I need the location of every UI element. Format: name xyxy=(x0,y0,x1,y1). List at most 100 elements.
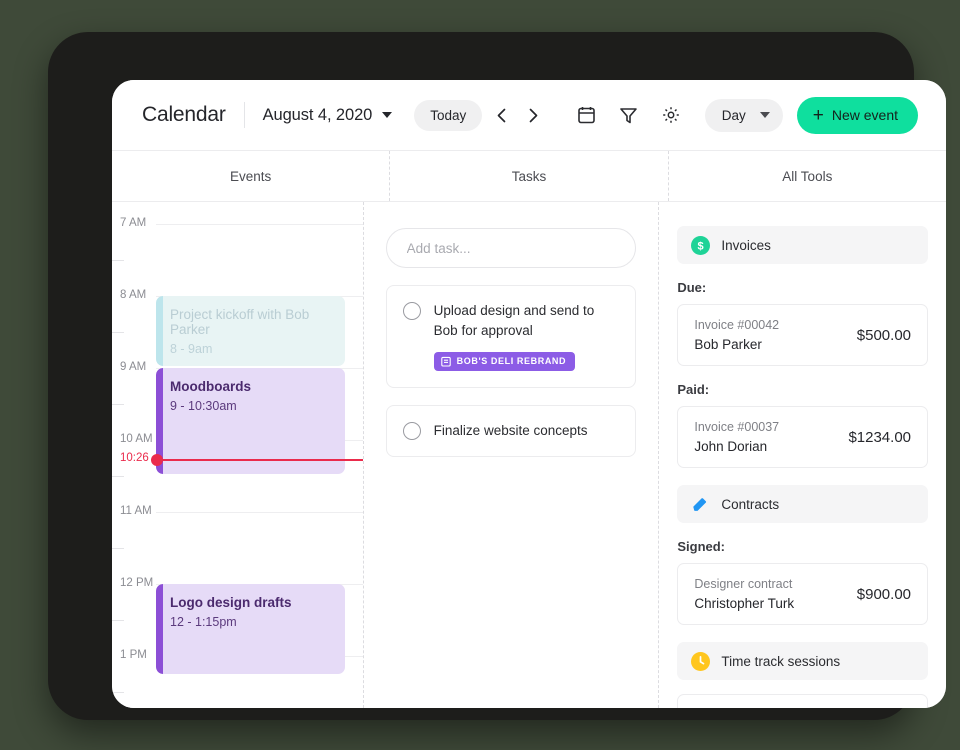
prev-day-button[interactable] xyxy=(488,100,514,130)
tool-section-contracts[interactable]: Contracts xyxy=(677,485,928,523)
invoice-amount: $1234.00 xyxy=(848,429,911,446)
half-hour-tick xyxy=(112,404,124,405)
calendar-icon[interactable] xyxy=(571,99,603,131)
tab-all-tools[interactable]: All Tools xyxy=(668,151,946,201)
app-window: Calendar August 4, 2020 Today xyxy=(112,80,946,708)
event-title: Logo design drafts xyxy=(170,595,331,610)
current-time-dot xyxy=(151,454,163,466)
invoice-client: John Dorian xyxy=(694,439,838,454)
contract-info: Designer contract Christopher Turk xyxy=(694,577,846,611)
invoice-number: Invoice #00042 xyxy=(694,318,846,332)
column-header-bar: Events Tasks All Tools xyxy=(112,150,946,202)
task-text: Finalize website concepts xyxy=(434,421,620,441)
task-project-badge-label: BOB'S DELI REBRAND xyxy=(457,356,566,366)
contract-type: Designer contract xyxy=(694,577,846,591)
date-picker[interactable]: August 4, 2020 xyxy=(263,106,393,125)
tool-section-title: Contracts xyxy=(721,497,779,512)
task-body: Finalize website concepts xyxy=(434,421,620,441)
contract-amount: $900.00 xyxy=(857,586,911,603)
view-select-label: Day xyxy=(722,108,746,123)
contract-client: Christopher Turk xyxy=(694,596,846,611)
chevron-down-icon xyxy=(760,112,770,118)
clock-icon xyxy=(691,652,710,671)
pen-icon xyxy=(691,495,710,514)
event-time: 8 - 9am xyxy=(170,342,331,356)
top-toolbar: Calendar August 4, 2020 Today xyxy=(112,80,946,150)
all-tools-pane: $ Invoices Due: Invoice #00042 Bob Parke… xyxy=(658,202,946,708)
next-day-button[interactable] xyxy=(520,100,546,130)
hour-row: 11 AM xyxy=(112,512,363,584)
half-hour-tick xyxy=(112,620,124,621)
calendar-grid: 7 AM 8 AM 9 AM 10 AM xyxy=(112,202,363,708)
hour-label: 7 AM xyxy=(120,217,162,229)
invoice-amount: $500.00 xyxy=(857,327,911,344)
group-label-paid: Paid: xyxy=(677,382,928,397)
time-track-name: Logo drafts v.1 xyxy=(694,706,911,709)
content-panes: 7 AM 8 AM 9 AM 10 AM xyxy=(112,202,946,708)
section-spacer xyxy=(677,625,928,642)
invoice-card[interactable]: Invoice #00042 Bob Parker $500.00 xyxy=(677,304,928,366)
task-card[interactable]: Upload design and send to Bob for approv… xyxy=(386,285,637,388)
group-label-due: Due: xyxy=(677,280,928,295)
tab-tasks[interactable]: Tasks xyxy=(389,151,667,201)
page-title: Calendar xyxy=(142,103,226,127)
hour-row: 7 AM xyxy=(112,224,363,296)
event-accent-bar xyxy=(156,296,163,366)
new-event-label: New event xyxy=(832,107,898,123)
tasks-pane: Upload design and send to Bob for approv… xyxy=(363,202,659,708)
section-spacer xyxy=(677,468,928,485)
task-project-badge[interactable]: BOB'S DELI REBRAND xyxy=(434,352,575,371)
contract-card[interactable]: Designer contract Christopher Turk $900.… xyxy=(677,563,928,625)
invoice-info: Invoice #00037 John Dorian xyxy=(694,420,838,454)
tool-section-invoices[interactable]: $ Invoices xyxy=(677,226,928,264)
event-time: 12 - 1:15pm xyxy=(170,615,331,629)
time-track-card[interactable]: Logo drafts v.1 xyxy=(677,694,928,708)
event-accent-bar xyxy=(156,584,163,674)
hour-gridline xyxy=(156,512,363,513)
filter-icon[interactable] xyxy=(613,99,645,131)
events-pane: 7 AM 8 AM 9 AM 10 AM xyxy=(112,202,363,708)
hour-gridline xyxy=(156,224,363,225)
half-hour-tick xyxy=(112,332,124,333)
invoice-info: Invoice #00042 Bob Parker xyxy=(694,318,846,352)
half-hour-tick xyxy=(112,260,124,261)
current-time-line xyxy=(156,459,363,461)
task-card[interactable]: Finalize website concepts xyxy=(386,405,637,457)
event-title: Project kickoff with Bob Parker xyxy=(170,307,331,337)
task-body: Upload design and send to Bob for approv… xyxy=(434,301,620,372)
calendar-event[interactable]: Project kickoff with Bob Parker 8 - 9am xyxy=(156,296,345,366)
invoice-card[interactable]: Invoice #00037 John Dorian $1234.00 xyxy=(677,406,928,468)
invoice-client: Bob Parker xyxy=(694,337,846,352)
event-time: 9 - 10:30am xyxy=(170,399,331,413)
half-hour-tick xyxy=(112,548,124,549)
group-label-signed: Signed: xyxy=(677,539,928,554)
dollar-circle-icon: $ xyxy=(691,236,710,255)
current-time-label: 10:26 xyxy=(120,452,149,464)
current-date-label: August 4, 2020 xyxy=(263,106,373,125)
half-hour-tick xyxy=(112,692,124,693)
tab-events[interactable]: Events xyxy=(112,151,389,201)
event-title: Moodboards xyxy=(170,379,331,394)
task-checkbox[interactable] xyxy=(403,302,421,320)
device-frame: Calendar August 4, 2020 Today xyxy=(48,32,914,720)
task-text: Upload design and send to Bob for approv… xyxy=(434,301,620,342)
add-task-input[interactable] xyxy=(386,228,637,268)
chevron-down-icon xyxy=(382,112,392,118)
gear-icon[interactable] xyxy=(655,99,687,131)
time-track-info: Logo drafts v.1 xyxy=(694,706,911,709)
task-checkbox[interactable] xyxy=(403,422,421,440)
half-hour-tick xyxy=(112,476,124,477)
section-spacer xyxy=(677,680,928,694)
title-divider xyxy=(244,102,245,128)
today-button[interactable]: Today xyxy=(414,100,482,131)
tool-section-title: Invoices xyxy=(721,238,771,253)
clipboard-icon xyxy=(441,356,451,367)
view-select[interactable]: Day xyxy=(705,99,783,132)
calendar-event[interactable]: Logo design drafts 12 - 1:15pm xyxy=(156,584,345,674)
tool-section-title: Time track sessions xyxy=(721,654,840,669)
new-event-button[interactable]: + New event xyxy=(797,97,918,134)
tool-section-time-track[interactable]: Time track sessions xyxy=(677,642,928,680)
plus-icon: + xyxy=(813,106,824,125)
hour-label: 11 AM xyxy=(120,505,162,517)
svg-text:$: $ xyxy=(698,240,704,252)
